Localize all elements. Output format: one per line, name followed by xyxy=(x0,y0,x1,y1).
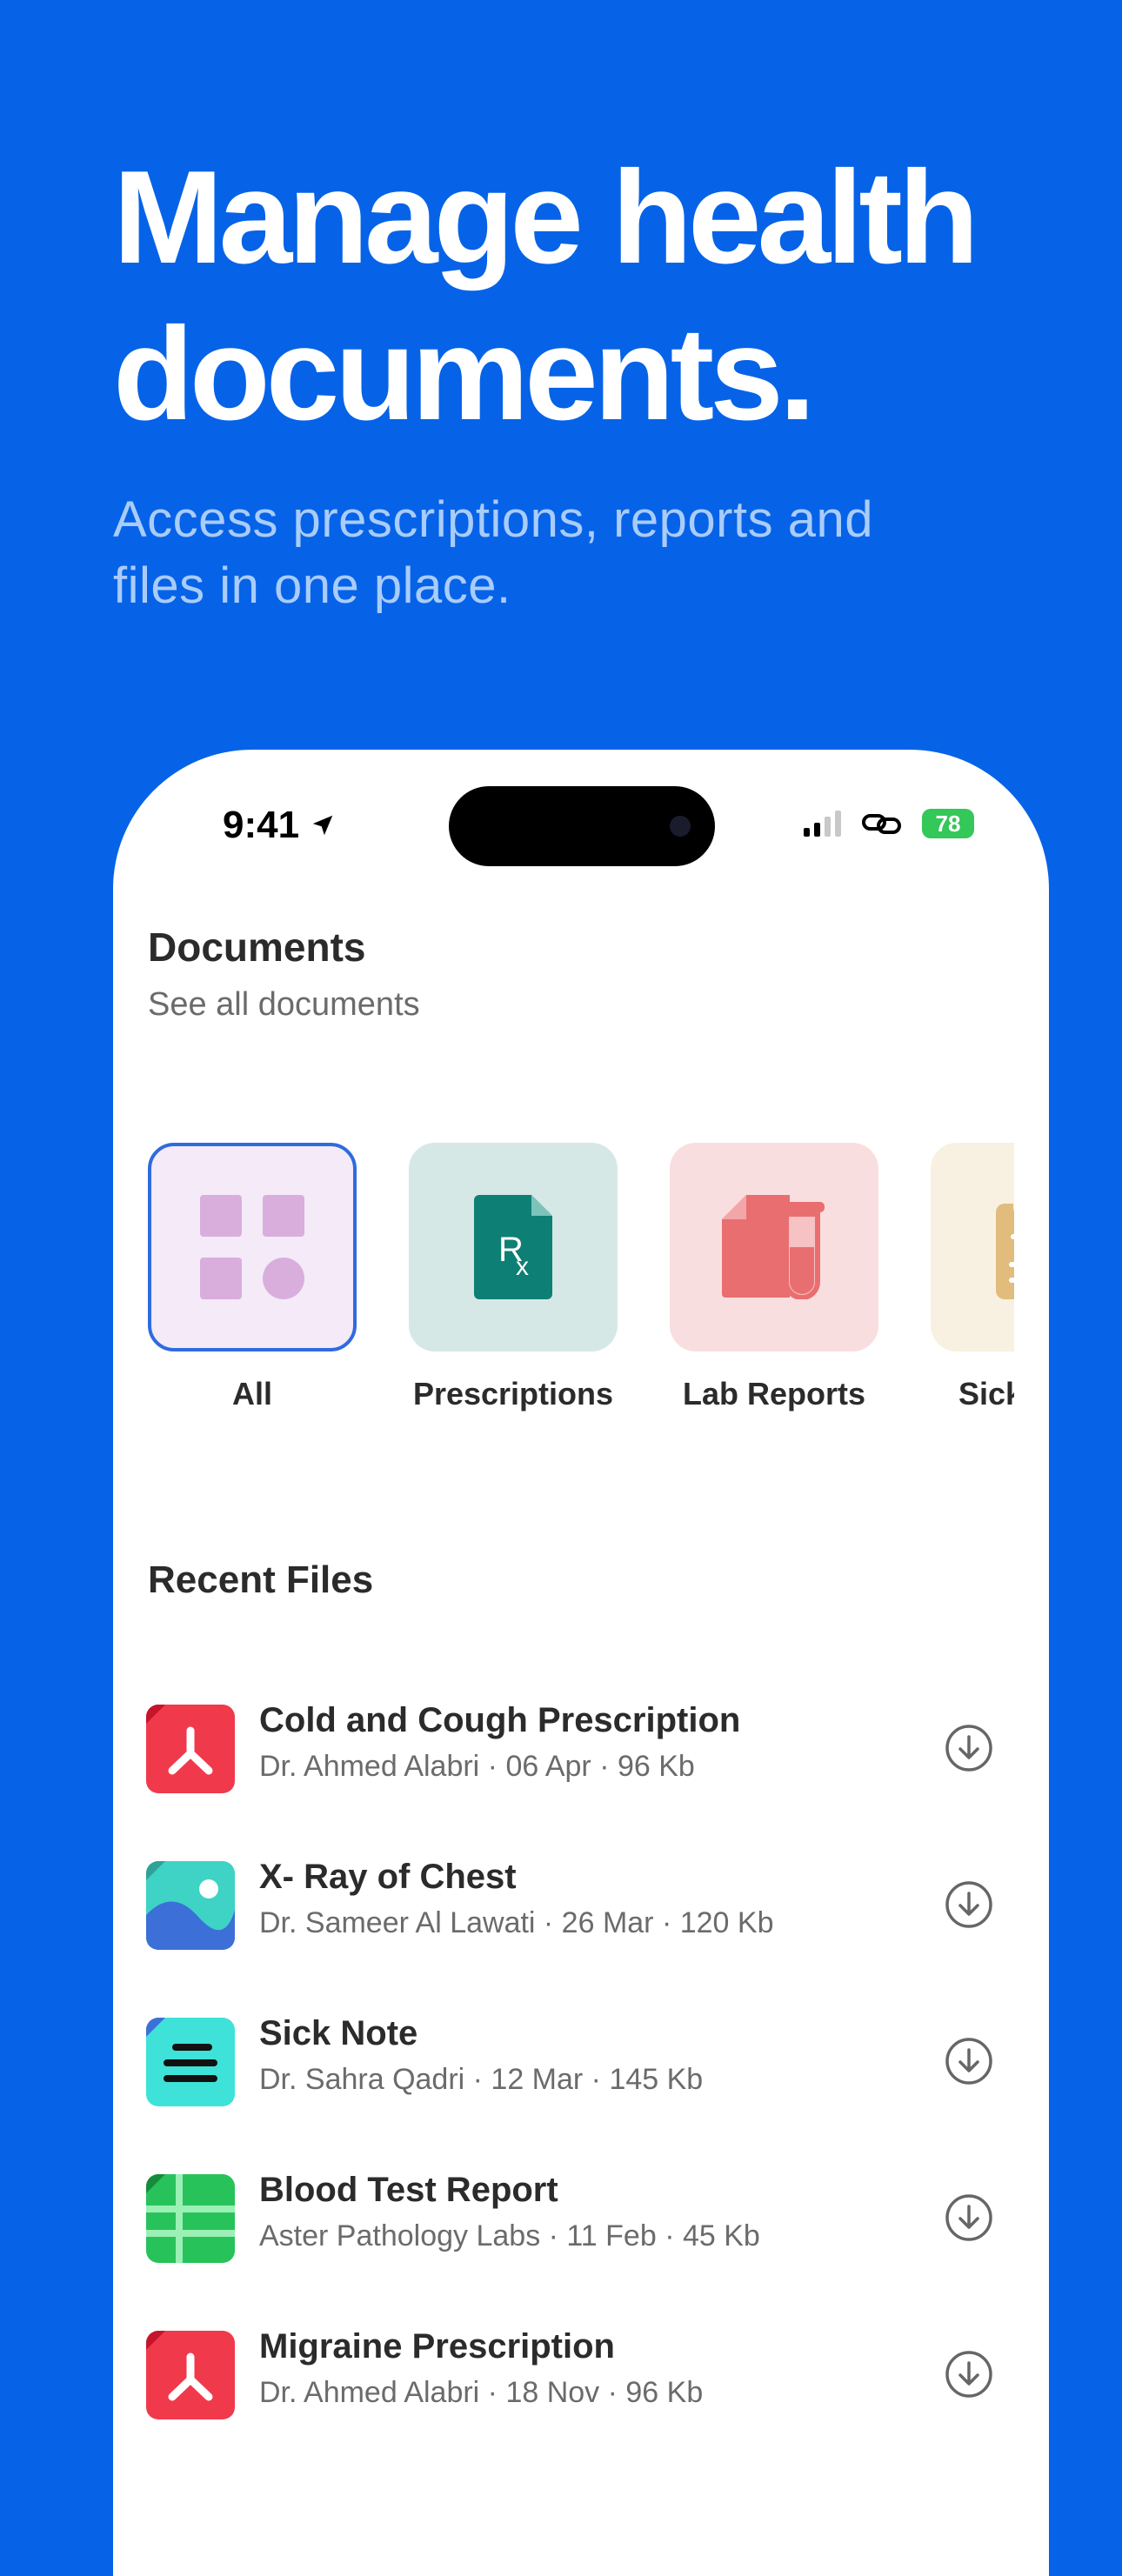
location-arrow-icon xyxy=(312,815,333,836)
prescription-icon: R x xyxy=(409,1143,618,1351)
file-meta: Aster Pathology Labs · 11 Feb · 45 Kb xyxy=(259,2219,760,2252)
download-icon[interactable] xyxy=(945,1724,993,1772)
hero-title: Manage health documents. xyxy=(113,139,1035,452)
category-all[interactable]: All xyxy=(148,1143,357,1412)
download-icon[interactable] xyxy=(945,2350,993,2399)
file-meta: Dr. Ahmed Alabri · 06 Apr · 96 Kb xyxy=(259,1750,695,1783)
svg-text:x: x xyxy=(516,1252,529,1281)
signal-icon xyxy=(804,811,841,837)
see-all-documents-link[interactable]: See all documents xyxy=(148,986,420,1024)
file-name: Blood Test Report xyxy=(259,2171,558,2209)
category-label: Sick xyxy=(958,1376,1014,1411)
file-row[interactable]: Blood Test Report Aster Pathology Labs ·… xyxy=(146,2164,1025,2268)
image-icon xyxy=(146,1861,235,1950)
dynamic-island xyxy=(449,786,715,866)
category-label: All xyxy=(231,1376,272,1411)
file-name: Migraine Prescription xyxy=(259,2327,615,2366)
category-label: Lab Reports xyxy=(682,1376,866,1411)
hero-subtitle-line2: files in one place. xyxy=(113,557,511,614)
category-carousel[interactable]: All R x Prescriptions Lab Reports Sic xyxy=(148,1143,1014,1438)
file-name: X- Ray of Chest xyxy=(259,1858,517,1896)
documents-title: Documents xyxy=(148,924,366,970)
status-bar: 9:41 78 xyxy=(113,750,1049,889)
status-indicators: 78 xyxy=(804,809,974,838)
download-icon[interactable] xyxy=(945,2193,993,2242)
download-icon[interactable] xyxy=(945,1880,993,1929)
hero-subtitle: Access prescriptions, reports and files … xyxy=(113,487,1035,619)
link-icon xyxy=(862,814,901,834)
pdf-icon xyxy=(146,2331,235,2419)
status-time-text: 9:41 xyxy=(223,804,300,846)
file-name: Cold and Cough Prescription xyxy=(259,1701,741,1739)
clipboard-icon xyxy=(931,1143,1014,1351)
category-label: Prescriptions xyxy=(412,1376,614,1411)
file-meta: Dr. Sameer Al Lawati · 26 Mar · 120 Kb xyxy=(259,1906,774,1939)
grid-icon xyxy=(148,1143,357,1351)
status-time: 9:41 xyxy=(223,804,336,847)
battery-icon: 78 xyxy=(922,809,974,838)
hero: Manage health documents. Access prescrip… xyxy=(113,139,1035,619)
file-row[interactable]: X- Ray of Chest Dr. Sameer Al Lawati · 2… xyxy=(146,1851,1025,1955)
camera-icon xyxy=(670,816,691,837)
note-icon xyxy=(146,2018,235,2106)
download-icon[interactable] xyxy=(945,2037,993,2085)
file-meta: Dr. Sahra Qadri · 12 Mar · 145 Kb xyxy=(259,2063,704,2096)
category-lab-reports[interactable]: Lab Reports xyxy=(670,1143,878,1412)
pdf-icon xyxy=(146,1705,235,1793)
spreadsheet-icon xyxy=(146,2174,235,2263)
category-prescriptions[interactable]: R x Prescriptions xyxy=(409,1143,618,1412)
file-name: Sick Note xyxy=(259,2014,418,2052)
phone-frame: 9:41 78 Documents See all documents All … xyxy=(113,750,1049,2576)
file-row[interactable]: Sick Note Dr. Sahra Qadri · 12 Mar · 145… xyxy=(146,2007,1025,2112)
category-sick[interactable]: Sick xyxy=(931,1143,1014,1412)
file-row[interactable]: Cold and Cough Prescription Dr. Ahmed Al… xyxy=(146,1694,1025,1799)
hero-title-line2: documents. xyxy=(113,300,816,448)
battery-level: 78 xyxy=(935,810,961,837)
recent-files-title: Recent Files xyxy=(148,1558,374,1601)
lab-report-icon xyxy=(670,1143,878,1351)
hero-title-line1: Manage health xyxy=(113,143,979,291)
file-meta: Dr. Ahmed Alabri · 18 Nov · 96 Kb xyxy=(259,2376,704,2409)
file-row[interactable]: Migraine Prescription Dr. Ahmed Alabri ·… xyxy=(146,2320,1025,2425)
hero-subtitle-line1: Access prescriptions, reports and xyxy=(113,491,873,548)
